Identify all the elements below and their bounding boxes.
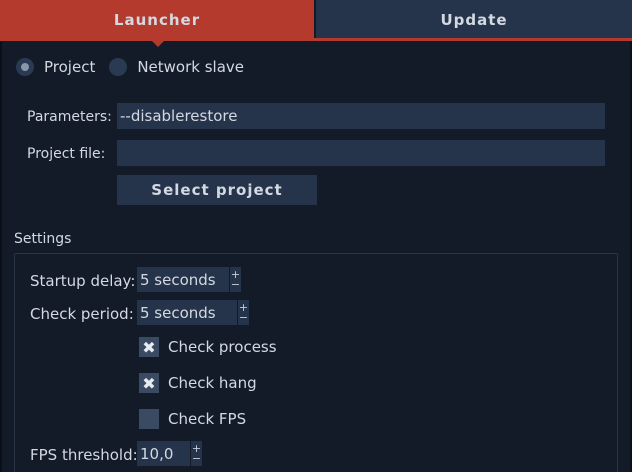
radio-network-slave-label: Network slave <box>137 58 245 76</box>
check-hang-checkbox[interactable]: ✖ Check hang <box>139 373 257 393</box>
check-process-checkbox[interactable]: ✖ Check process <box>139 337 277 357</box>
check-fps-label: Check FPS <box>168 410 247 428</box>
project-file-label: Project file: <box>27 146 106 162</box>
decrement-icon[interactable]: − <box>192 453 201 464</box>
decrement-icon[interactable]: − <box>239 312 248 323</box>
fps-threshold-value: 10,0 <box>140 444 174 463</box>
checkbox-checked-icon[interactable]: ✖ <box>139 373 159 393</box>
parameters-input[interactable] <box>117 103 605 129</box>
tab-bar: Launcher Update <box>0 0 632 47</box>
check-period-label: Check period: <box>30 305 134 323</box>
active-tab-underline <box>0 38 632 41</box>
parameters-label: Parameters: <box>27 109 112 125</box>
startup-delay-label: Startup delay: <box>30 272 136 290</box>
radio-checked-icon[interactable] <box>16 58 34 76</box>
check-period-value: 5 seconds <box>140 303 216 322</box>
fps-threshold-stepper[interactable]: + − <box>190 441 202 466</box>
checkbox-checked-icon[interactable]: ✖ <box>139 337 159 357</box>
check-period-spinbox[interactable]: 5 seconds + − <box>137 300 249 325</box>
tab-launcher[interactable]: Launcher <box>0 0 314 39</box>
check-hang-label: Check hang <box>168 374 257 392</box>
startup-delay-value: 5 seconds <box>140 270 216 289</box>
check-process-label: Check process <box>168 338 277 356</box>
project-file-input[interactable] <box>117 140 605 166</box>
radio-network-slave[interactable]: Network slave <box>109 58 244 76</box>
settings-title: Settings <box>14 231 72 247</box>
startup-delay-spinbox[interactable]: 5 seconds + − <box>137 267 241 292</box>
active-tab-indicator-icon <box>150 39 166 47</box>
tab-update[interactable]: Update <box>316 0 632 39</box>
select-project-button[interactable]: Select project <box>117 175 317 205</box>
mode-selector: Project Network slave <box>16 58 258 76</box>
radio-unchecked-icon[interactable] <box>109 58 128 76</box>
startup-delay-stepper[interactable]: + − <box>229 267 241 292</box>
fps-threshold-label: FPS threshold: <box>30 446 138 464</box>
panel-left-border <box>0 41 2 472</box>
decrement-icon[interactable]: − <box>231 279 240 290</box>
check-period-stepper[interactable]: + − <box>237 300 249 325</box>
fps-threshold-spinbox[interactable]: 10,0 + − <box>137 441 202 466</box>
check-fps-checkbox[interactable]: Check FPS <box>139 409 246 429</box>
checkbox-unchecked-icon[interactable] <box>139 409 159 429</box>
radio-project-label: Project <box>44 58 96 76</box>
radio-project[interactable]: Project <box>16 58 95 76</box>
